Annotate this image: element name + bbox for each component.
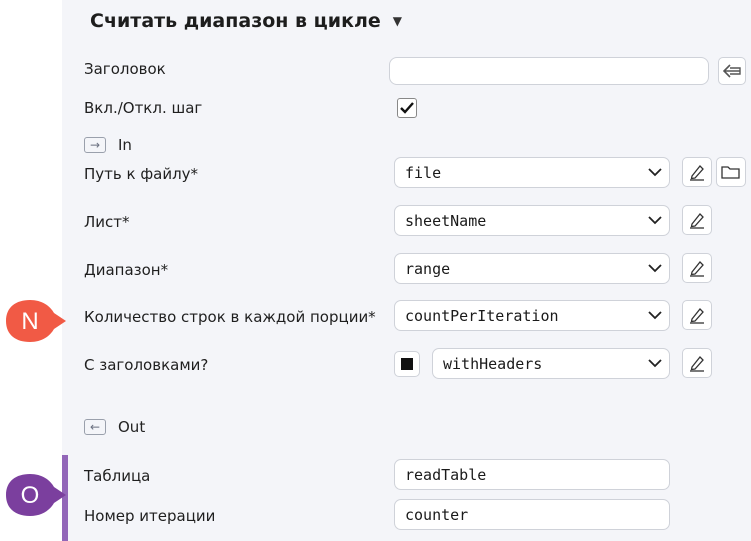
output-table-label: Таблица [84, 467, 151, 485]
input-arrow-icon: → [84, 137, 106, 153]
caret-down-icon[interactable]: ▼ [393, 14, 402, 28]
pencil-icon [690, 165, 704, 181]
with-headers-value: withHeaders [443, 354, 543, 373]
output-table-field[interactable]: readTable [394, 459, 670, 490]
with-headers-edit-button[interactable] [682, 348, 712, 378]
sheet-label: Лист* [84, 213, 130, 231]
chevron-down-icon[interactable] [641, 311, 669, 320]
in-section-header: → In [84, 136, 132, 154]
left-gutter [0, 0, 62, 541]
out-section-label: Out [118, 418, 146, 436]
annotation-marker-o: O [6, 474, 66, 516]
file-path-edit-button[interactable] [682, 157, 712, 187]
title-field-label: Заголовок [84, 60, 166, 78]
output-table-value: readTable [405, 465, 487, 484]
sheet-value: sheetName [405, 211, 487, 230]
chevron-down-icon[interactable] [641, 168, 669, 177]
with-headers-mode-toggle[interactable] [394, 351, 420, 377]
pencil-icon [690, 308, 704, 324]
pencil-icon [690, 261, 704, 277]
marker-o-text: O [21, 482, 40, 509]
step-toggle-label: Вкл./Откл. шаг [84, 99, 203, 117]
insert-variable-button[interactable] [718, 57, 746, 85]
file-path-value: file [405, 163, 442, 182]
in-section-label: In [118, 136, 132, 154]
marker-n-text: N [21, 308, 38, 335]
pencil-icon [690, 213, 704, 229]
title-input[interactable] [389, 57, 709, 85]
file-path-select[interactable]: file [394, 157, 670, 188]
count-per-iteration-select[interactable]: countPerIteration [394, 300, 670, 331]
output-arrow-icon: ← [84, 419, 106, 435]
checkmark-icon [400, 102, 414, 114]
arrow-left-icon [723, 64, 741, 78]
with-headers-label: С заголовками? [84, 356, 209, 374]
with-headers-select[interactable]: withHeaders [432, 348, 670, 379]
count-per-iteration-value: countPerIteration [405, 306, 559, 325]
range-edit-button[interactable] [682, 253, 712, 283]
out-section-header: ← Out [84, 418, 145, 436]
sheet-edit-button[interactable] [682, 205, 712, 235]
pencil-icon [690, 356, 704, 372]
chevron-down-icon[interactable] [641, 216, 669, 225]
step-toggle-checkbox[interactable] [397, 98, 417, 118]
range-label: Диапазон* [84, 261, 169, 279]
count-per-iteration-edit-button[interactable] [682, 300, 712, 330]
chevron-down-icon[interactable] [641, 264, 669, 273]
panel-title[interactable]: Считать диапазон в цикле ▼ [90, 10, 402, 32]
panel-title-text: Считать диапазон в цикле [90, 10, 381, 32]
chevron-down-icon[interactable] [641, 359, 669, 368]
count-per-iteration-label: Количество строк в каждой порции* [84, 308, 376, 326]
iteration-number-field[interactable]: counter [394, 499, 670, 530]
sheet-select[interactable]: sheetName [394, 205, 670, 236]
annotation-marker-n: N [6, 300, 66, 342]
iteration-number-value: counter [405, 505, 469, 524]
range-value: range [405, 259, 451, 278]
iteration-number-label: Номер итерации [84, 507, 216, 525]
folder-icon [721, 166, 740, 179]
range-select[interactable]: range [394, 253, 670, 284]
browse-folder-button[interactable] [716, 157, 746, 187]
square-icon [401, 358, 413, 370]
file-path-label: Путь к файлу* [84, 165, 199, 183]
